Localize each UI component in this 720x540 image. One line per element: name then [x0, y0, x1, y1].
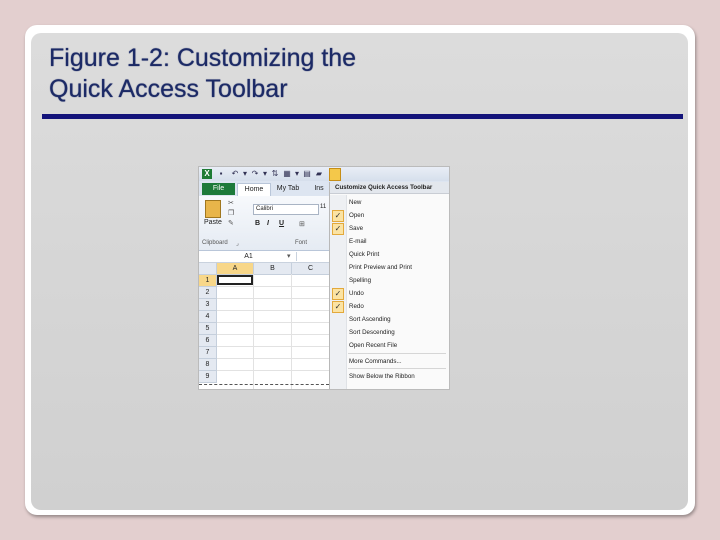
row-header-3[interactable]: 3 [199, 299, 217, 311]
menu-item-save[interactable]: Save [349, 223, 363, 235]
grid-col-line [253, 274, 254, 389]
font-group-label: Font [295, 240, 308, 246]
open-folder-icon[interactable]: ▰ [314, 169, 324, 179]
row-header-4[interactable]: 4 [199, 311, 217, 323]
menu-item-print-preview-and-print[interactable]: Print Preview and Print [349, 262, 412, 274]
grid-row-line [217, 335, 329, 347]
paste-icon[interactable] [205, 200, 221, 218]
check-icon: ✓ [332, 210, 344, 222]
undo-icon[interactable]: ↶ [230, 169, 240, 179]
customize-qat-button[interactable] [329, 168, 341, 181]
column-header-c[interactable]: C [292, 263, 330, 275]
menu-item-redo[interactable]: Redo [349, 301, 364, 313]
grid-row-line [217, 323, 329, 335]
grid-row-line [217, 311, 329, 323]
slide-title: Figure 1-2: Customizing the Quick Access… [49, 43, 356, 105]
format-painter-icon[interactable]: ✎ [228, 219, 234, 227]
title-line-1: Figure 1-2: Customizing the [49, 44, 357, 72]
dialog-launcher-icon[interactable]: ⌟ [236, 240, 239, 247]
grid-row-line [217, 299, 329, 311]
sort-icon[interactable]: ⇅ [270, 169, 280, 179]
quick-access-toolbar: X ▪ ↶ ▾ ↷ ▾ ⇅ ▦ ▾ ▤ ▰ [199, 167, 449, 181]
font-name-box[interactable]: Calibri [253, 204, 319, 215]
slide-panel: Figure 1-2: Customizing the Quick Access… [31, 33, 688, 510]
row-header-5[interactable]: 5 [199, 323, 217, 335]
menu-item-e-mail[interactable]: E-mail [349, 236, 367, 248]
undo-dropdown-icon[interactable]: ▾ [240, 169, 250, 179]
copy-icon[interactable]: ❐ [228, 209, 234, 217]
grid-row-line [217, 347, 329, 359]
menu-item-quick-print[interactable]: Quick Print [349, 249, 379, 261]
tab-home[interactable]: Home [237, 183, 271, 196]
active-cell-a1[interactable] [217, 275, 253, 285]
check-icon: ✓ [332, 288, 344, 300]
name-box[interactable]: A1 [201, 252, 297, 261]
row-header-8[interactable]: 8 [199, 359, 217, 371]
title-rule [42, 114, 683, 119]
grid-col-line [291, 274, 292, 389]
menu-separator [348, 368, 446, 369]
font-size-box[interactable]: 11 [320, 204, 326, 210]
borders-icon[interactable]: ⊞ [299, 220, 305, 228]
title-line-2: Quick Access Toolbar [49, 75, 288, 103]
paste-label[interactable]: Paste [204, 219, 222, 226]
customize-qat-menu: Customize Quick Access Toolbar New ✓ Open ✓… [329, 182, 449, 389]
select-all-corner[interactable] [199, 263, 217, 275]
row-header-9[interactable]: 9 [199, 371, 217, 383]
menu-item-new[interactable]: New [349, 197, 361, 209]
menu-item-more-commands[interactable]: More Commands... [349, 356, 402, 368]
check-icon: ✓ [332, 223, 344, 235]
menu-item-undo[interactable]: Undo [349, 288, 364, 300]
row-header-7[interactable]: 7 [199, 347, 217, 359]
table-icon[interactable]: ▦ [282, 169, 292, 179]
save-icon[interactable]: ▪ [216, 169, 226, 179]
table-dropdown-icon[interactable]: ▾ [292, 169, 302, 179]
cut-icon[interactable]: ✂ [228, 199, 234, 207]
column-header-a[interactable]: A [217, 263, 254, 275]
underline-button[interactable]: U [279, 220, 284, 227]
menu-item-sort-ascending[interactable]: Sort Ascending [349, 314, 391, 326]
grid-row-line [217, 359, 329, 371]
menu-item-open-recent-file[interactable]: Open Recent File [349, 340, 397, 352]
page-break-line [199, 384, 329, 385]
ribbon: Paste ✂ ❐ ✎ Calibri 11 B I U ⊞ Clipboard… [199, 196, 329, 251]
menu-item-sort-descending[interactable]: Sort Descending [349, 327, 395, 339]
bold-button[interactable]: B [255, 220, 260, 227]
column-header-b[interactable]: B [254, 263, 292, 275]
clipboard-group-label: Clipboard [202, 240, 228, 246]
name-box-dropdown-icon[interactable]: ▾ [287, 252, 291, 260]
row-header-1[interactable]: 1 [199, 275, 217, 287]
excel-screenshot: X ▪ ↶ ▾ ↷ ▾ ⇅ ▦ ▾ ▤ ▰ File Home My Tab I… [198, 166, 450, 390]
check-icon: ✓ [332, 301, 344, 313]
row-header-6[interactable]: 6 [199, 335, 217, 347]
tab-insert[interactable]: Ins [313, 183, 325, 195]
tab-file[interactable]: File [202, 183, 235, 195]
row-header-2[interactable]: 2 [199, 287, 217, 299]
slide: Figure 1-2: Customizing the Quick Access… [25, 25, 695, 515]
excel-logo-icon: X [202, 169, 212, 179]
redo-dropdown-icon[interactable]: ▾ [260, 169, 270, 179]
menu-item-show-below-ribbon[interactable]: Show Below the Ribbon [349, 371, 415, 383]
worksheet-grid[interactable]: A B C 1 2 3 4 5 6 7 8 9 [199, 263, 330, 389]
redo-icon[interactable]: ↷ [250, 169, 260, 179]
menu-title: Customize Quick Access Toolbar [330, 182, 449, 194]
menu-item-open[interactable]: Open [349, 210, 364, 222]
menu-separator [348, 353, 446, 354]
grid-row-line [217, 287, 329, 299]
print-icon[interactable]: ▤ [302, 169, 312, 179]
menu-item-spelling[interactable]: Spelling [349, 275, 371, 287]
formula-bar: A1 ▾ [199, 251, 329, 263]
tab-my-tab[interactable]: My Tab [273, 183, 303, 195]
italic-button[interactable]: I [267, 220, 269, 227]
